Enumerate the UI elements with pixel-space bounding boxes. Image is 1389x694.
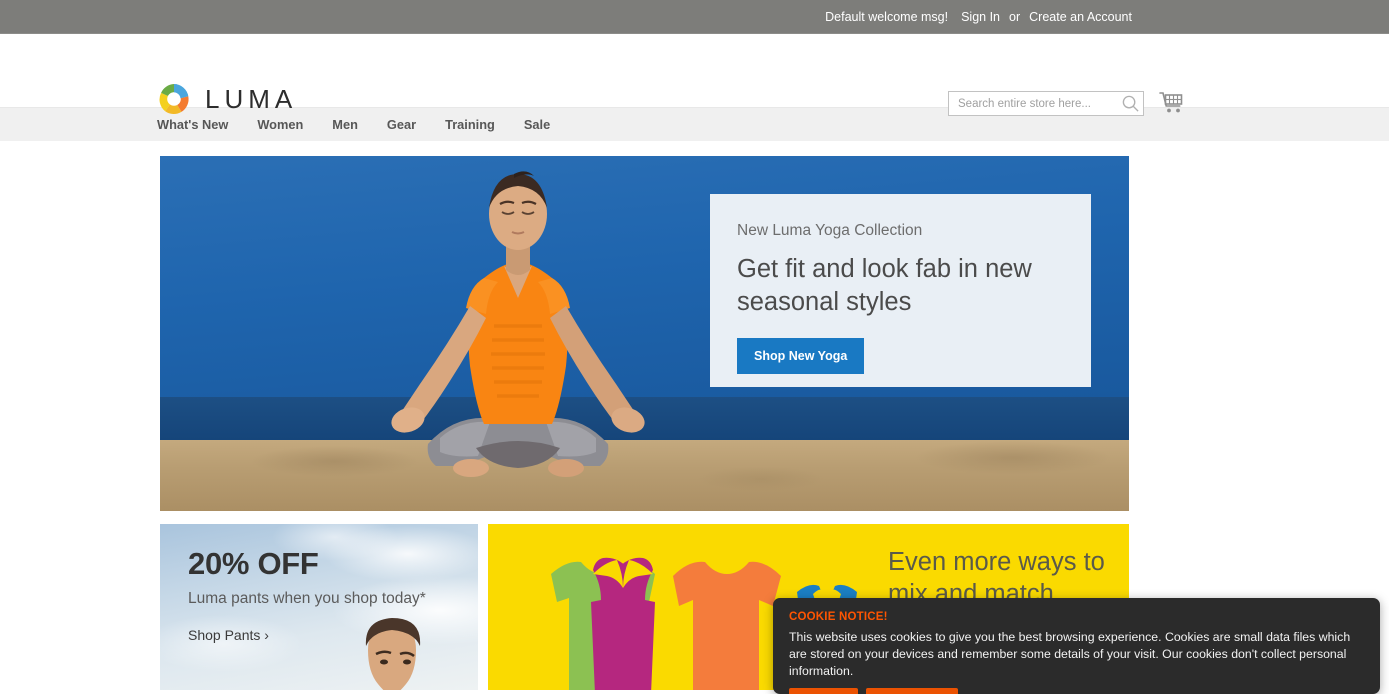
read-more-button[interactable]: Read more xyxy=(866,687,958,694)
nav-item-whats-new[interactable]: What's New xyxy=(157,117,228,132)
cookie-notice-actions: Accept Read more xyxy=(789,687,1364,694)
search-icon[interactable] xyxy=(1121,94,1140,113)
top-utility-bar: Default welcome msg! Sign In or Create a… xyxy=(0,0,1389,34)
cookie-notice-body: This website uses cookies to give you th… xyxy=(789,630,1351,678)
nav-item-gear[interactable]: Gear xyxy=(387,117,416,132)
accept-cookies-button[interactable]: Accept xyxy=(789,687,859,694)
logo-link[interactable]: LUMA xyxy=(157,82,297,116)
create-account-link[interactable]: Create an Account xyxy=(1029,10,1132,24)
tank-tops-image xyxy=(551,557,781,690)
page-root: Default welcome msg! Sign In or Create a… xyxy=(0,0,1389,694)
or-separator: or xyxy=(1009,9,1021,24)
shop-pants-link[interactable]: Shop Pants › xyxy=(188,627,269,643)
logo-wordmark: LUMA xyxy=(205,83,298,114)
nav-item-training[interactable]: Training xyxy=(445,117,495,132)
promo-headline: 20% OFF xyxy=(188,546,319,581)
shopping-cart-icon[interactable] xyxy=(1157,89,1185,117)
cookie-notice-title: COOKIE NOTICE! xyxy=(789,611,888,623)
site-header: LUMA xyxy=(0,34,1389,116)
hero-title: Get fit and look fab in new seasonal sty… xyxy=(737,255,1032,316)
promo-pants-text: 20% OFF Luma pants when you shop today* … xyxy=(160,524,478,645)
luma-ring-logo-icon xyxy=(157,82,191,116)
welcome-message: Default welcome msg! xyxy=(825,9,949,24)
search-input[interactable] xyxy=(948,91,1144,116)
hero-banner[interactable]: New Luma Yoga Collection Get fit and loo… xyxy=(160,156,1129,511)
nav-item-men[interactable]: Men xyxy=(332,117,358,132)
promo-subtext: Luma pants when you shop today* xyxy=(188,590,426,607)
shop-new-yoga-button[interactable]: Shop New Yoga xyxy=(737,338,865,375)
sign-in-link[interactable]: Sign In xyxy=(961,10,1000,24)
nav-item-women[interactable]: Women xyxy=(257,117,303,132)
top-utility-links: Default welcome msg! Sign In or Create a… xyxy=(825,10,1132,24)
promo-pants-block[interactable]: 20% OFF Luma pants when you shop today* … xyxy=(160,524,478,690)
nav-item-sale[interactable]: Sale xyxy=(524,117,550,132)
hero-text-card: New Luma Yoga Collection Get fit and loo… xyxy=(710,194,1091,387)
search-form xyxy=(948,91,1144,116)
yoga-model-image xyxy=(391,171,645,477)
hero-eyebrow: New Luma Yoga Collection xyxy=(737,222,923,239)
cookie-notice: COOKIE NOTICE! This website uses cookies… xyxy=(773,598,1380,694)
